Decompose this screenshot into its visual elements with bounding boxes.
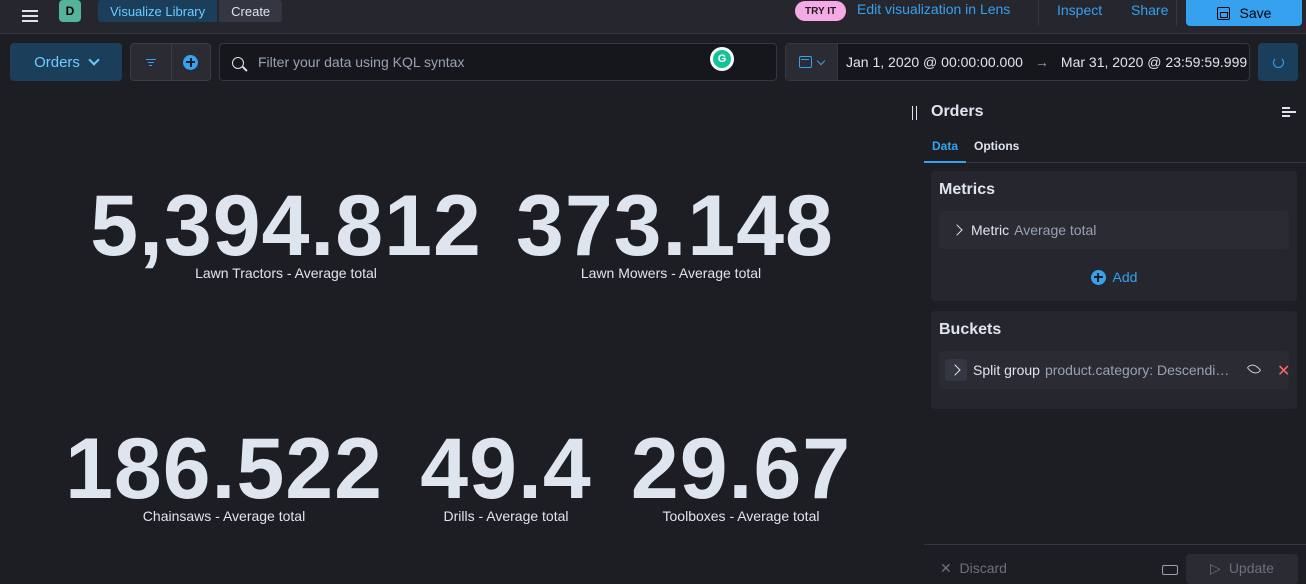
quick-date-menu-button[interactable] [786,44,838,80]
metric-tile: 373.148 Lawn Mowers - Average total [516,178,834,281]
sidebar-tabs: Data Options [924,133,1306,163]
filter-controls [130,43,211,81]
menu-icon[interactable] [18,4,42,28]
agg-title: Split group [973,362,1040,378]
space-avatar[interactable]: D [59,0,81,22]
date-end[interactable]: Mar 31, 2020 @ 23:59:59.999 [1061,54,1247,70]
index-pattern-label: Orders [34,53,80,71]
grammarly-icon[interactable]: G [710,47,734,71]
metric-value: 49.4 [420,421,592,517]
eye-icon[interactable] [1246,361,1262,377]
chevron-down-icon [88,54,100,66]
share-link[interactable]: Share [1131,2,1168,18]
visualization-canvas: 5,394.812 Lawn Tractors - Average total … [2,91,915,574]
metric-tile: 186.522 Chainsaws - Average total [62,426,386,524]
metric-tile: 29.67 Toolboxes - Average total [628,426,854,524]
chevron-down-icon [816,56,826,65]
divider [1038,0,1039,26]
tab-options[interactable]: Options [966,133,1027,163]
add-agg-button[interactable]: Add [931,269,1297,285]
plus-circle-icon [183,54,199,70]
metric-value: 186.522 [65,421,383,517]
sidebar-title: Orders [931,103,984,120]
metric-tile: 49.4 Drills - Average total [414,426,598,524]
play-icon: ▷ [1210,560,1221,576]
bucket-agg-row[interactable]: Split group product.category: Descending… [939,351,1290,389]
metrics-panel: Metrics Metric Average total Add [931,171,1297,301]
arrow-right-icon: → [1034,54,1049,70]
inspect-link[interactable]: Inspect [1057,2,1102,18]
try-it-badge: TRY IT [795,1,847,21]
index-pattern-button[interactable]: Orders [10,43,122,81]
date-picker: Jan 1, 2020 @ 00:00:00.000 → Mar 31, 202… [785,43,1250,81]
metric-value: 373.148 [516,178,834,274]
refresh-button[interactable] [1258,43,1298,81]
metric-value: 29.67 [630,421,852,517]
save-button[interactable]: Save [1186,0,1302,26]
metric-value: 5,394.812 [90,178,482,274]
metric-agg-row[interactable]: Metric Average total [939,211,1289,249]
metrics-title: Metrics [939,181,996,198]
divider [1176,0,1177,26]
query-search-input[interactable] [258,44,708,80]
refresh-icon [1272,56,1284,68]
metric-tile: 5,394.812 Lawn Tractors - Average total [90,183,482,281]
breadcrumb: Visualize Library Create [98,0,283,22]
query-bar: Orders G Jan 1, 2020 @ 00:00:00.000 → Ma… [0,34,1306,90]
agg-description: product.category: Descending [1044,362,1230,378]
tab-data[interactable]: Data [924,133,967,163]
buckets-panel: Buckets Split group product.category: De… [931,311,1297,409]
date-start[interactable]: Jan 1, 2020 @ 00:00:00.000 [846,54,1023,70]
chevron-right-icon [949,364,961,376]
expand-button[interactable] [945,359,967,381]
agg-description: Average total [1014,222,1097,238]
buckets-title: Buckets [939,321,1002,338]
breadcrumb-visualize-library[interactable]: Visualize Library [98,0,218,22]
collapse-sidebar-icon[interactable] [1282,105,1296,117]
save-icon [1216,6,1230,20]
search-icon [232,57,244,69]
sidebar-footer: ✕ Discard ▷ Update [924,544,1306,584]
query-search-box: G [219,43,777,81]
agg-title: Metric [971,222,1010,238]
editor-sidebar: Orders Data Options Metrics Metric Avera… [924,91,1306,574]
remove-agg-icon[interactable]: ✕ [1277,361,1290,381]
top-header: D Visualize Library Create TRY IT Edit v… [0,0,1306,34]
breadcrumb-create: Create [219,0,283,22]
edit-in-lens-link[interactable]: Edit visualization in Lens [857,1,1010,17]
discard-button[interactable]: ✕ Discard [940,560,1007,577]
filter-menu-button[interactable] [131,44,171,80]
calendar-icon [799,56,812,68]
chevron-right-icon [951,224,963,236]
update-button[interactable]: ▷ Update [1186,554,1298,584]
save-label: Save [1239,5,1272,21]
add-label: Add [1112,269,1138,285]
filter-icon [145,58,156,66]
resize-handle[interactable] [912,106,917,120]
plus-circle-icon [1090,269,1106,285]
add-filter-button[interactable] [170,44,211,80]
